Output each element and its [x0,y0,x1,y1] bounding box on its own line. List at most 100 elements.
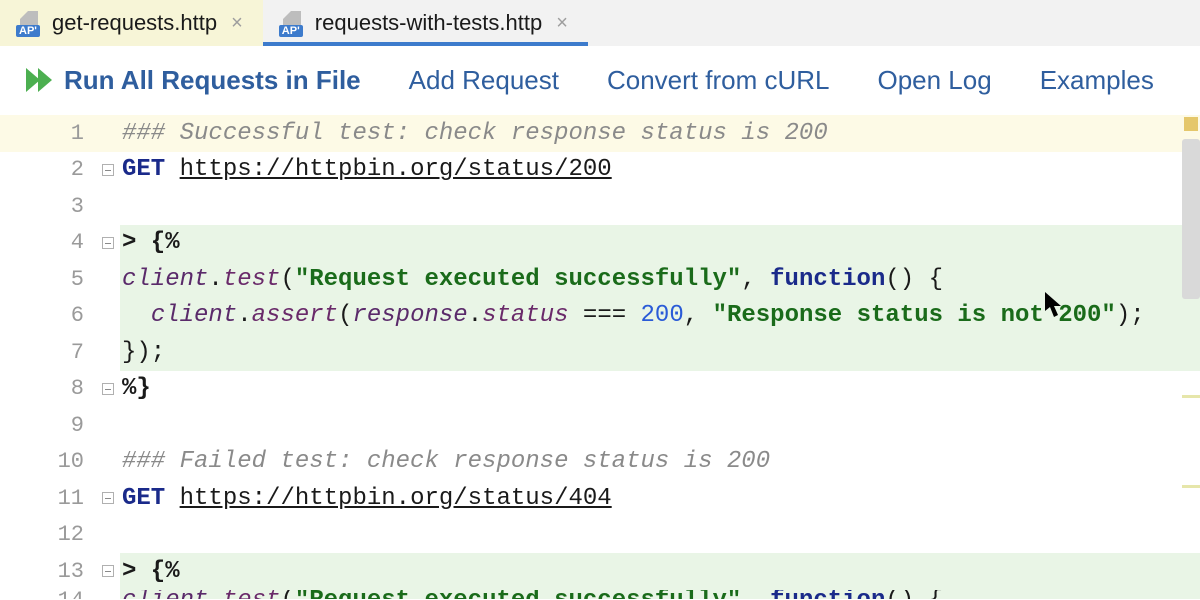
code-line[interactable]: 13 > {% [0,553,1200,590]
line-number: 9 [0,407,96,444]
line-number: 1 [0,115,96,152]
token: }); [122,339,165,366]
token: response [352,302,467,329]
fold-minus-icon[interactable] [102,492,114,504]
request-url[interactable]: https://httpbin.org/status/404 [180,485,612,512]
token: client [122,590,208,600]
token: "Request executed successfully" [295,590,741,600]
indent [122,302,151,329]
code-line[interactable]: 2 GET https://httpbin.org/status/200 [0,152,1200,189]
code-line[interactable]: 10 ### Failed test: check response statu… [0,444,1200,481]
fold-gutter [96,188,120,225]
code-line[interactable]: 12 [0,517,1200,554]
script-open: > {% [122,558,180,585]
token: "Request executed successfully" [295,266,741,293]
code-line[interactable]: 3 [0,188,1200,225]
http-method: GET [122,485,165,512]
token: ); [1116,302,1145,329]
code-line[interactable]: 8 %} [0,371,1200,408]
fold-gutter [96,261,120,298]
token: test [223,266,281,293]
line-number: 3 [0,188,96,225]
token: () { [885,266,943,293]
close-icon[interactable]: × [552,12,572,35]
token: ( [280,590,294,600]
token: . [208,590,222,600]
code-line[interactable]: 6 client.assert(response.status === 200,… [0,298,1200,335]
token: , [741,266,770,293]
token: status [482,302,568,329]
line-number: 11 [0,480,96,517]
fold-minus-icon[interactable] [102,383,114,395]
tab-requests-with-tests[interactable]: AP' requests-with-tests.http × [263,0,588,46]
token: "Response status is not 200" [713,302,1116,329]
line-number: 5 [0,261,96,298]
token: === [569,302,641,329]
add-request-button[interactable]: Add Request [409,65,559,96]
code-line[interactable]: 7 }); [0,334,1200,371]
http-file-icon: AP' [279,11,305,35]
code-line[interactable]: 11 GET https://httpbin.org/status/404 [0,480,1200,517]
line-number: 6 [0,298,96,335]
token: 200 [641,302,684,329]
line-number: 2 [0,152,96,189]
http-file-icon: AP' [16,11,42,35]
http-client-toolbar: Run All Requests in File Add Request Con… [0,46,1200,115]
code-line[interactable]: 1 ### Successful test: check response st… [0,115,1200,152]
token: . [468,302,482,329]
code-editor[interactable]: 1 ### Successful test: check response st… [0,115,1200,599]
fold-gutter [96,517,120,554]
code-line[interactable]: 9 [0,407,1200,444]
fold-gutter[interactable] [96,480,120,517]
editor-tabs: AP' get-requests.http × AP' requests-wit… [0,0,1200,46]
open-log-button[interactable]: Open Log [877,65,991,96]
fold-gutter[interactable] [96,152,120,189]
run-all-requests-button[interactable]: Run All Requests in File [24,64,361,96]
line-number: 13 [0,553,96,590]
run-double-icon [24,64,56,96]
token: , [684,302,713,329]
code-line[interactable]: 14 client.test("Request executed success… [0,590,1200,600]
token: assert [252,302,338,329]
request-url[interactable]: https://httpbin.org/status/200 [180,156,612,183]
token [741,590,770,600]
token: . [237,302,251,329]
token: test [223,590,281,600]
token: client [122,266,208,293]
http-method: GET [122,156,165,183]
fold-gutter[interactable] [96,553,120,590]
token: ( [338,302,352,329]
line-number: 4 [0,225,96,262]
scrollbar-marker [1184,117,1198,131]
fold-gutter[interactable] [96,225,120,262]
tab-label: requests-with-tests.http [315,10,542,36]
fold-gutter [96,334,120,371]
scrollbar-tick [1182,485,1200,488]
comment-text: ### Failed test: check response status i… [122,448,770,475]
scrollbar-thumb[interactable] [1182,139,1200,299]
fold-minus-icon[interactable] [102,237,114,249]
convert-curl-button[interactable]: Convert from cURL [607,65,830,96]
fold-gutter [96,407,120,444]
token: () { [885,590,943,600]
fold-gutter[interactable] [96,371,120,408]
scrollbar-tick [1182,395,1200,398]
code-line[interactable]: 5 client.test("Request executed successf… [0,261,1200,298]
examples-button[interactable]: Examples [1040,65,1154,96]
line-number: 14 [0,590,96,600]
tab-label: get-requests.http [52,10,217,36]
script-open: > {% [122,229,180,256]
line-number: 10 [0,444,96,481]
fold-gutter [96,590,120,600]
fold-minus-icon[interactable] [102,565,114,577]
comment-text: ### Successful test: check response stat… [122,120,828,147]
run-all-label: Run All Requests in File [64,65,361,96]
token: function [770,266,885,293]
line-number: 12 [0,517,96,554]
token: ( [280,266,294,293]
close-icon[interactable]: × [227,12,247,35]
tab-get-requests[interactable]: AP' get-requests.http × [0,0,263,46]
code-line[interactable]: 4 > {% [0,225,1200,262]
vertical-scrollbar[interactable] [1182,115,1200,599]
fold-minus-icon[interactable] [102,164,114,176]
